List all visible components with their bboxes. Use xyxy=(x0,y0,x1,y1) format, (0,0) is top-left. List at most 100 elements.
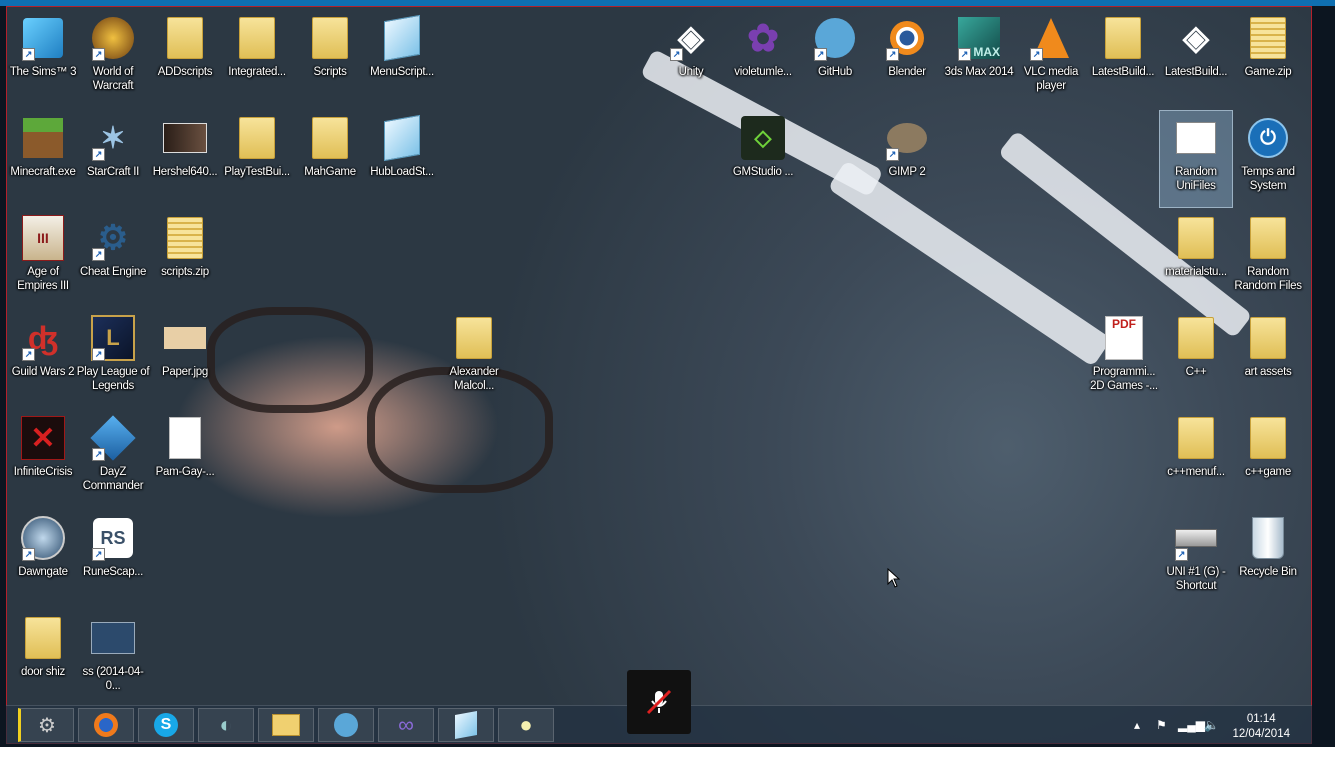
notepad-icon xyxy=(379,114,425,162)
desktop-icon-playtestbuild[interactable]: PlayTestBui... xyxy=(221,111,293,207)
desktop-icon-blender[interactable]: ↗ Blender xyxy=(871,11,943,107)
bottom-recording-strip xyxy=(0,747,1335,761)
folder-icon xyxy=(1245,415,1291,461)
desktop-icon-gmstudio[interactable]: ◇ GMStudio ... xyxy=(727,111,799,207)
dawngate-icon: ↗ xyxy=(20,515,66,561)
folder-icon xyxy=(234,115,280,161)
folder-icon xyxy=(1173,315,1219,361)
vlc-icon: ↗ xyxy=(1028,15,1074,61)
file-icon xyxy=(162,415,208,461)
desktop-icon-3dsmax[interactable]: MAX ↗ 3ds Max 2014 xyxy=(943,11,1015,107)
desktop-icon-latestbuild-folder[interactable]: LatestBuild... xyxy=(1087,11,1159,107)
desktop-icon-gimp[interactable]: ↗ GIMP 2 xyxy=(871,111,943,207)
network-signal-icon[interactable]: ▂▄▆ xyxy=(1178,718,1205,732)
muted-microphone-overlay[interactable] xyxy=(627,670,691,734)
desktop-icon-mahgame[interactable]: MahGame xyxy=(294,111,366,207)
taskbar-pin-app[interactable]: ● xyxy=(498,708,554,742)
desktop-icon-league[interactable]: L ↗ Play League of Legends xyxy=(77,311,150,407)
blender-icon: ↗ xyxy=(884,15,930,61)
desktop-icon-art-assets[interactable]: art assets xyxy=(1232,311,1304,407)
desktop-icon-uni-drive-shortcut[interactable]: ↗ UNI #1 (G) - Shortcut xyxy=(1160,511,1232,607)
taskbar-notepad[interactable] xyxy=(438,708,494,742)
desktop-icon-age-of-empires[interactable]: III Age of Empires III xyxy=(7,211,79,307)
desktop-icon-hershel[interactable]: Hershel640... xyxy=(149,111,221,207)
desktop-icon-addscripts[interactable]: ADDscripts xyxy=(149,11,221,107)
guild-wars-icon: ʤ ↗ xyxy=(20,315,66,361)
pdf-icon: PDF xyxy=(1101,315,1147,361)
visual-studio-icon: ∞ xyxy=(398,712,414,737)
desktop-icon-dawngate[interactable]: ↗ Dawngate xyxy=(7,511,79,607)
desktop-icon-recycle-bin[interactable]: Recycle Bin xyxy=(1232,511,1304,607)
firefox-icon xyxy=(94,713,118,737)
desktop-icon-materialstu[interactable]: materialstu... xyxy=(1160,211,1232,307)
desktop-icon-dayz[interactable]: ↗ DayZ Commander xyxy=(77,411,149,507)
folder-icon xyxy=(1173,215,1219,261)
taskbar-github[interactable] xyxy=(318,708,374,742)
taskbar-teamviewer[interactable]: ◐ xyxy=(198,708,254,742)
taskbar-file-explorer[interactable] xyxy=(258,708,314,742)
desktop-icon-menuscript[interactable]: MenuScript... xyxy=(366,11,438,107)
notepad-icon xyxy=(379,14,425,62)
desktop-icon-cpp[interactable]: C++ xyxy=(1160,311,1232,407)
desktop-icon-cpp-menuf[interactable]: c++menuf... xyxy=(1160,411,1232,507)
desktop-icon-infinite-crisis[interactable]: ✕ InfiniteCrisis xyxy=(7,411,79,507)
minecraft-icon xyxy=(20,115,66,161)
file-explorer-icon xyxy=(272,714,300,736)
desktop-icon-hubloadst[interactable]: HubLoadSt... xyxy=(366,111,438,207)
desktop-icon-door-shiz[interactable]: door shiz xyxy=(7,611,79,707)
desktop-icon-github[interactable]: ↗ GitHub xyxy=(799,11,871,107)
pin-icon: ● xyxy=(519,712,533,737)
taskbar-steam[interactable]: ⚙ xyxy=(18,708,74,742)
desktop-icon-wow[interactable]: ↗ World of Warcraft xyxy=(77,11,149,107)
desktop-icon-runescape[interactable]: RS ↗ RuneScap... xyxy=(77,511,149,607)
desktop-icon-alexander[interactable]: Alexander Malcol... xyxy=(438,311,510,407)
desktop-icon-scripts[interactable]: Scripts xyxy=(294,11,366,107)
desktop-icon-unity[interactable]: ◈ ↗ Unity xyxy=(655,11,727,107)
desktop-icon-guild-wars[interactable]: ʤ ↗ Guild Wars 2 xyxy=(7,311,79,407)
desktop-icon-integrated[interactable]: Integrated... xyxy=(221,11,293,107)
zip-folder-icon xyxy=(1245,15,1291,61)
desktop-icon-paper-jpg[interactable]: Paper.jpg xyxy=(149,311,221,407)
muted-microphone-icon xyxy=(646,689,672,715)
sims-icon: ↗ xyxy=(20,15,66,61)
desktop-icon-random-random-files[interactable]: Random Random Files xyxy=(1232,211,1304,307)
desktop-icon-minecraft[interactable]: Minecraft.exe xyxy=(7,111,79,207)
folder-icon xyxy=(307,15,353,61)
desktop-wallpaper[interactable]: ↗ The Sims™ 3 ↗ World of Warcraft ADDscr… xyxy=(6,6,1312,744)
jpg-icon xyxy=(162,315,208,361)
screenshot-icon xyxy=(90,615,136,661)
recycle-bin-icon xyxy=(1245,515,1291,561)
desktop-icon-starcraft[interactable]: ✶ ↗ StarCraft II xyxy=(77,111,149,207)
runescape-icon: RS ↗ xyxy=(90,515,136,561)
desktop-icon-random-unifiles[interactable]: Random UniFiles xyxy=(1159,110,1233,208)
unity-icon: ◈ xyxy=(1182,19,1210,57)
desktop-icon-game-zip[interactable]: Game.zip xyxy=(1232,11,1304,107)
desktop-icon-temps-system[interactable]: ⏻ Temps and System xyxy=(1232,111,1304,207)
github-icon: ↗ xyxy=(812,15,858,61)
folder-icon xyxy=(1173,415,1219,461)
clock-date: 12/04/2014 xyxy=(1232,728,1290,740)
desktop-icon-cpp-game[interactable]: c++game xyxy=(1232,411,1304,507)
taskbar-visual-studio[interactable]: ∞ xyxy=(378,708,434,742)
desktop-icon-vlc[interactable]: ↗ VLC media player xyxy=(1015,11,1087,107)
desktop-icon-violet[interactable]: ✿ violetumle... xyxy=(727,11,799,107)
taskbar-firefox[interactable] xyxy=(78,708,134,742)
desktop-icon-programming-2d-games[interactable]: PDF Programmi... 2D Games -... xyxy=(1088,311,1160,407)
wow-icon: ↗ xyxy=(90,15,136,61)
desktop-icon-sims[interactable]: ↗ The Sims™ 3 xyxy=(7,11,79,107)
desktop-icon-pam-gay[interactable]: Pam-Gay-... xyxy=(149,411,221,507)
volume-icon[interactable]: 🔈 xyxy=(1204,718,1219,732)
gimp-icon: ↗ xyxy=(884,115,930,161)
action-center-flag-icon[interactable]: ⚑ xyxy=(1156,718,1167,732)
taskbar-clock[interactable]: 01:14 12/04/2014 xyxy=(1232,712,1290,742)
show-hidden-icons-icon[interactable]: ▴ xyxy=(1134,718,1140,732)
taskbar-skype[interactable]: S xyxy=(138,708,194,742)
desktop-icon-cheat-engine[interactable]: ⚙ ↗ Cheat Engine xyxy=(77,211,149,307)
desktop-icon-scripts-zip[interactable]: scripts.zip xyxy=(149,211,221,307)
desktop-icon-ss-screenshot[interactable]: ss (2014-04-0... xyxy=(77,611,149,707)
clock-time: 01:14 xyxy=(1246,713,1276,725)
folder-icon xyxy=(20,615,66,661)
drive-icon: ↗ xyxy=(1173,515,1219,561)
starcraft-icon: ✶ ↗ xyxy=(90,115,136,161)
desktop-icon-latestbuild-unity[interactable]: ◈ LatestBuild... xyxy=(1160,11,1232,107)
